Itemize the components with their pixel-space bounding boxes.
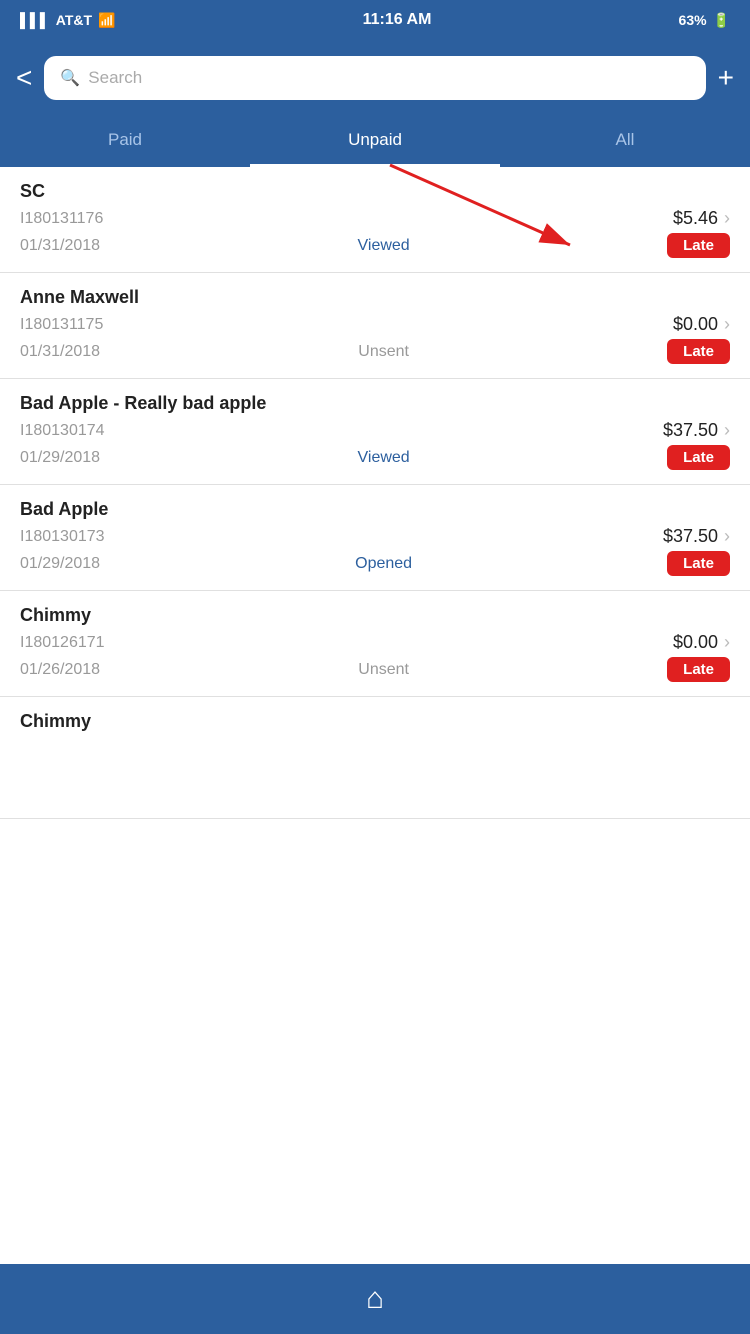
late-badge: Late (667, 445, 730, 470)
carrier-label: AT&T (56, 12, 92, 28)
chevron-icon: › (724, 526, 730, 547)
search-box[interactable]: 🔍 Search (44, 56, 705, 100)
status-time: 11:16 AM (363, 11, 432, 29)
invoice-id: I180130173 (20, 528, 105, 546)
add-button[interactable]: + (718, 62, 734, 94)
status-right: 63% 🔋 (679, 12, 730, 29)
invoice-name: Anne Maxwell (20, 287, 730, 308)
invoice-id: I180131175 (20, 316, 103, 334)
chevron-icon: › (724, 314, 730, 335)
late-badge: Late (667, 551, 730, 576)
invoice-status-label: Opened (355, 555, 412, 573)
chevron-icon: › (724, 208, 730, 229)
invoice-date: 01/26/2018 (20, 661, 100, 679)
invoice-item[interactable]: Anne Maxwell I180131175 $0.00 › 01/31/20… (0, 273, 750, 379)
invoice-amount: $5.46 › (673, 208, 730, 229)
chevron-icon: › (724, 420, 730, 441)
invoice-status-label: Unsent (358, 343, 409, 361)
invoice-status-row: 01/29/2018 Viewed Late (20, 445, 730, 470)
invoice-name: Bad Apple (20, 499, 730, 520)
invoice-name: Bad Apple - Really bad apple (20, 393, 730, 414)
battery-icon: 🔋 (713, 12, 730, 29)
chevron-icon: › (724, 632, 730, 653)
invoice-amount: $37.50 › (663, 420, 730, 441)
invoice-name: Chimmy (20, 711, 730, 732)
invoice-list: SC I180131176 $5.46 › 01/31/2018 Viewed … (0, 167, 750, 819)
invoice-id: I180131176 (20, 210, 103, 228)
bottom-bar: ⌂ (0, 1264, 750, 1334)
invoice-date: 01/29/2018 (20, 449, 100, 467)
invoice-name: Chimmy (20, 605, 730, 626)
invoice-status-row: 01/31/2018 Unsent Late (20, 339, 730, 364)
invoice-name: SC (20, 181, 730, 202)
tab-paid[interactable]: Paid (0, 116, 250, 167)
invoice-amount: $37.50 › (663, 526, 730, 547)
late-badge: Late (667, 339, 730, 364)
invoice-item[interactable]: Chimmy I180126171 $0.00 › 01/26/2018 Uns… (0, 591, 750, 697)
invoice-date: 01/29/2018 (20, 555, 100, 573)
invoice-id-amount-row: I180131176 $5.46 › (20, 208, 730, 229)
invoice-status-label: Unsent (358, 661, 409, 679)
invoice-item[interactable]: SC I180131176 $5.46 › 01/31/2018 Viewed … (0, 167, 750, 273)
invoice-id: I180130174 (20, 422, 105, 440)
invoice-id-amount-row: I180130173 $37.50 › (20, 526, 730, 547)
tab-unpaid[interactable]: Unpaid (250, 116, 500, 167)
invoice-id: I180126171 (20, 634, 105, 652)
invoice-id-amount-row: I180130174 $37.50 › (20, 420, 730, 441)
invoice-id-amount-row: I180126171 $0.00 › (20, 632, 730, 653)
signal-icon: ▌▌▌ (20, 12, 50, 28)
invoice-date: 01/31/2018 (20, 237, 100, 255)
invoice-status-label: Viewed (358, 449, 410, 467)
late-badge: Late (667, 657, 730, 682)
invoice-id-amount-row: I180131175 $0.00 › (20, 314, 730, 335)
invoice-amount: $0.00 › (673, 314, 730, 335)
home-icon[interactable]: ⌂ (366, 1282, 384, 1316)
nav-bar: < 🔍 Search + (0, 40, 750, 116)
tabs-bar: Paid Unpaid All (0, 116, 750, 167)
invoice-status-row: 01/26/2018 Unsent Late (20, 657, 730, 682)
invoice-status-label: Viewed (358, 237, 410, 255)
invoice-amount: $0.00 › (673, 632, 730, 653)
status-bar: ▌▌▌ AT&T 📶 11:16 AM 63% 🔋 (0, 0, 750, 40)
late-badge: Late (667, 233, 730, 258)
invoice-item[interactable]: Bad Apple - Really bad apple I180130174 … (0, 379, 750, 485)
invoice-status-row: 01/31/2018 Viewed Late (20, 233, 730, 258)
search-input[interactable]: Search (88, 68, 689, 88)
invoice-item[interactable]: Chimmy (0, 697, 750, 819)
status-left: ▌▌▌ AT&T 📶 (20, 12, 116, 29)
back-button[interactable]: < (16, 62, 32, 94)
wifi-icon: 📶 (98, 12, 115, 29)
invoice-item[interactable]: Bad Apple I180130173 $37.50 › 01/29/2018… (0, 485, 750, 591)
invoice-date: 01/31/2018 (20, 343, 100, 361)
tab-all[interactable]: All (500, 116, 750, 167)
search-icon: 🔍 (60, 68, 80, 88)
battery-label: 63% (679, 12, 707, 28)
invoice-status-row: 01/29/2018 Opened Late (20, 551, 730, 576)
